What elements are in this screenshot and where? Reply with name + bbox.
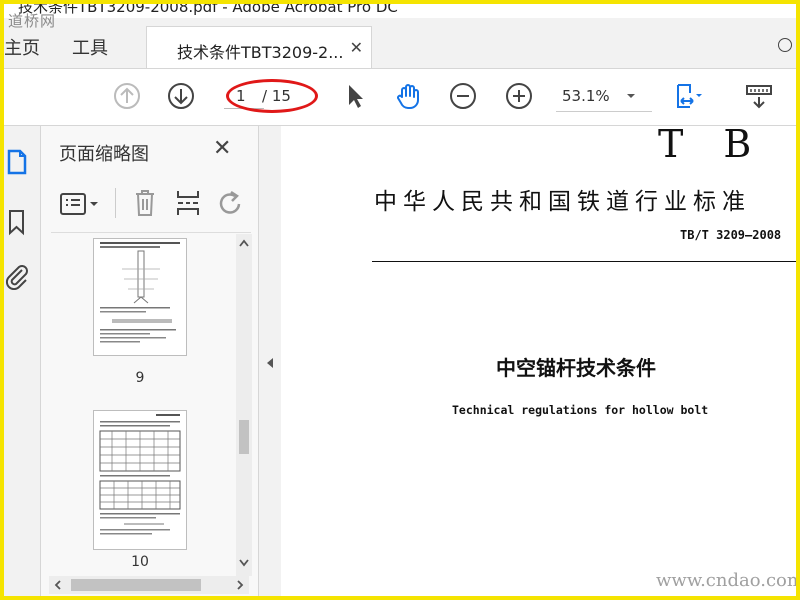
zoom-field-underline — [556, 111, 652, 112]
tab-home[interactable]: 主页 — [4, 34, 40, 60]
navigation-rail — [4, 126, 41, 596]
thumbnail-list: 9 10 — [41, 234, 238, 576]
thumbnail-page-10-preview — [99, 414, 181, 535]
tab-document-label: 技术条件TBT3209-2... — [177, 43, 344, 62]
panel-toolbar-divider — [115, 188, 116, 218]
rotate-page-icon[interactable] — [217, 188, 245, 218]
horizontal-scroll-thumb[interactable] — [71, 579, 201, 591]
collapse-panel-icon[interactable] — [265, 356, 275, 370]
panel-toolbar — [51, 182, 251, 233]
panel-splitter[interactable] — [259, 126, 281, 596]
page-thumbnails-icon[interactable] — [6, 148, 28, 176]
insert-page-icon[interactable] — [175, 188, 201, 218]
scroll-left-icon[interactable] — [53, 579, 63, 591]
hand-tool-icon[interactable] — [394, 81, 424, 111]
next-page-icon[interactable] — [166, 81, 196, 111]
vertical-scroll-thumb[interactable] — [239, 420, 249, 454]
zoom-dropdown-chevron-icon[interactable] — [624, 89, 638, 103]
organization-line: 中华人民共和国铁道行业标准 — [374, 189, 751, 215]
help-icon[interactable] — [778, 38, 792, 52]
thumbnail-page-10[interactable] — [93, 410, 187, 550]
close-tab-icon[interactable]: ✕ — [350, 38, 363, 57]
thumbnail-vertical-scrollbar[interactable] — [236, 234, 252, 576]
zoom-out-icon[interactable] — [448, 81, 478, 111]
highlight-annotation-oval — [226, 79, 318, 113]
watermark-site: www.cndao.com — [656, 570, 800, 591]
tab-bar: 主页 工具 技术条件TBT3209-2... ✕ — [4, 18, 796, 69]
thumbnail-page-9[interactable] — [93, 238, 187, 356]
scroll-down-icon[interactable] — [238, 558, 250, 568]
header-rule — [372, 261, 796, 262]
window-title: 技术条件TBT3209-2008.pdf - Adobe Acrobat Pro… — [18, 0, 398, 16]
thumbnail-page-9-label: 9 — [135, 370, 145, 386]
thumbnail-horizontal-scrollbar[interactable] — [49, 576, 249, 594]
read-mode-icon[interactable] — [744, 81, 774, 111]
tab-document[interactable]: 技术条件TBT3209-2... ✕ — [146, 26, 372, 68]
standard-mark: T B — [658, 126, 766, 166]
panel-title: 页面缩略图 — [59, 144, 149, 165]
main-toolbar: 1 / 15 53.1% — [4, 69, 796, 126]
page-thumbnails-panel: 页面缩略图 ✕ 9 10 — [41, 126, 259, 596]
zoom-in-icon[interactable] — [504, 81, 534, 111]
panel-close-icon[interactable]: ✕ — [213, 136, 231, 161]
scroll-right-icon[interactable] — [235, 579, 245, 591]
zoom-level[interactable]: 53.1% — [562, 87, 610, 105]
previous-page-icon[interactable] — [112, 81, 142, 111]
thumbnail-page-9-preview — [100, 242, 180, 343]
fit-page-icon[interactable] — [672, 81, 702, 111]
scroll-up-icon[interactable] — [238, 238, 250, 248]
thumbnail-page-10-label: 10 — [131, 554, 149, 570]
document-view[interactable]: T B 中华人民共和国铁道行业标准 TB/T 3209—2008 中空锚杆技术条… — [282, 126, 796, 596]
delete-page-icon[interactable] — [133, 188, 157, 218]
bookmarks-icon[interactable] — [6, 208, 28, 236]
thumbnail-options-icon[interactable] — [59, 192, 103, 216]
document-title-cn: 中空锚杆技术条件 — [496, 356, 656, 380]
watermark-logo: 道桥网 — [8, 12, 57, 30]
standard-code: TB/T 3209—2008 — [680, 228, 782, 242]
select-cursor-icon[interactable] — [340, 81, 370, 111]
attachments-icon[interactable] — [4, 262, 30, 290]
document-title-en: Technical regulations for hollow bolt — [452, 403, 709, 417]
window-titlebar: 技术条件TBT3209-2008.pdf - Adobe Acrobat Pro… — [4, 0, 796, 18]
tab-tools[interactable]: 工具 — [72, 34, 108, 60]
